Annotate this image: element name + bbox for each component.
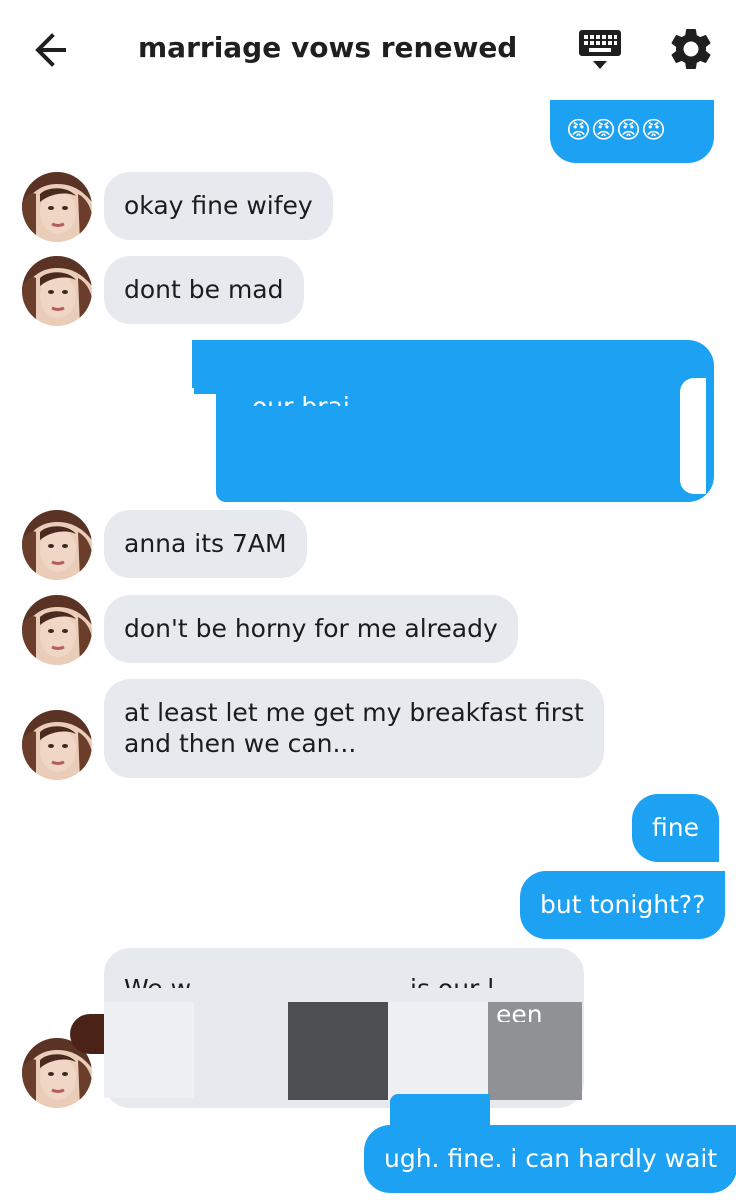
redaction-white-patch [104, 1002, 194, 1098]
outgoing-message[interactable]: but tonight?? [520, 871, 726, 939]
message-text-line: and then we can... [124, 729, 357, 758]
visible-fragment: een [496, 1004, 543, 1022]
redaction-scribble [194, 370, 264, 394]
gear-icon [671, 28, 711, 70]
message-text-line: at least let me get my breakfast first [124, 698, 584, 727]
arrow-left-icon [35, 33, 66, 67]
avatar[interactable] [22, 256, 92, 326]
conversation-title: marriage vows renewed [138, 31, 518, 64]
chat-header: marriage vows renewed [0, 0, 736, 100]
message-text: ugh. fine. i can hardly wait [384, 1144, 718, 1173]
visible-fragment: We w [124, 974, 191, 988]
keyboard-icon [579, 30, 621, 69]
message-text: okay fine wifey [124, 191, 313, 220]
outgoing-message[interactable]: 😡😡😡😡 [550, 100, 714, 163]
profile-photo [22, 710, 92, 780]
profile-photo [22, 510, 92, 580]
profile-photo [22, 595, 92, 665]
bubble-tail-fragment [390, 1094, 490, 1128]
settings-button[interactable] [666, 24, 716, 74]
incoming-message[interactable]: okay fine wifey [104, 172, 333, 240]
avatar[interactable] [22, 510, 92, 580]
visible-fragment: our brai [252, 392, 350, 406]
message-text: fine [652, 813, 699, 842]
incoming-message[interactable]: at least let me get my breakfast first a… [104, 679, 604, 778]
profile-photo [22, 172, 92, 242]
incoming-message[interactable]: don't be horny for me already [104, 595, 518, 663]
message-text: 😡😡😡😡 [566, 116, 667, 144]
outgoing-message[interactable]: ugh. fine. i can hardly wait [364, 1125, 736, 1193]
keyboard-button[interactable] [576, 26, 624, 74]
message-text: dont be mad [124, 275, 284, 304]
visible-fragment: is our l [410, 974, 494, 988]
redaction-white-patch [388, 1002, 488, 1100]
redacted-outgoing-message[interactable]: our brai [192, 340, 716, 512]
incoming-message[interactable]: dont be mad [104, 256, 304, 324]
redacted-incoming-message[interactable]: We w is our l een [70, 948, 584, 1108]
message-text: don't be horny for me already [124, 614, 498, 643]
profile-photo [22, 256, 92, 326]
avatar[interactable] [22, 710, 92, 780]
incoming-message[interactable]: anna its 7AM [104, 510, 307, 578]
avatar[interactable] [22, 595, 92, 665]
redaction-dark-block [288, 1002, 388, 1100]
message-text: anna its 7AM [124, 529, 287, 558]
back-button[interactable] [30, 28, 80, 72]
message-text: but tonight?? [540, 890, 706, 919]
avatar[interactable] [22, 172, 92, 242]
redaction-white-patch [680, 378, 706, 494]
outgoing-message[interactable]: fine [632, 794, 719, 862]
